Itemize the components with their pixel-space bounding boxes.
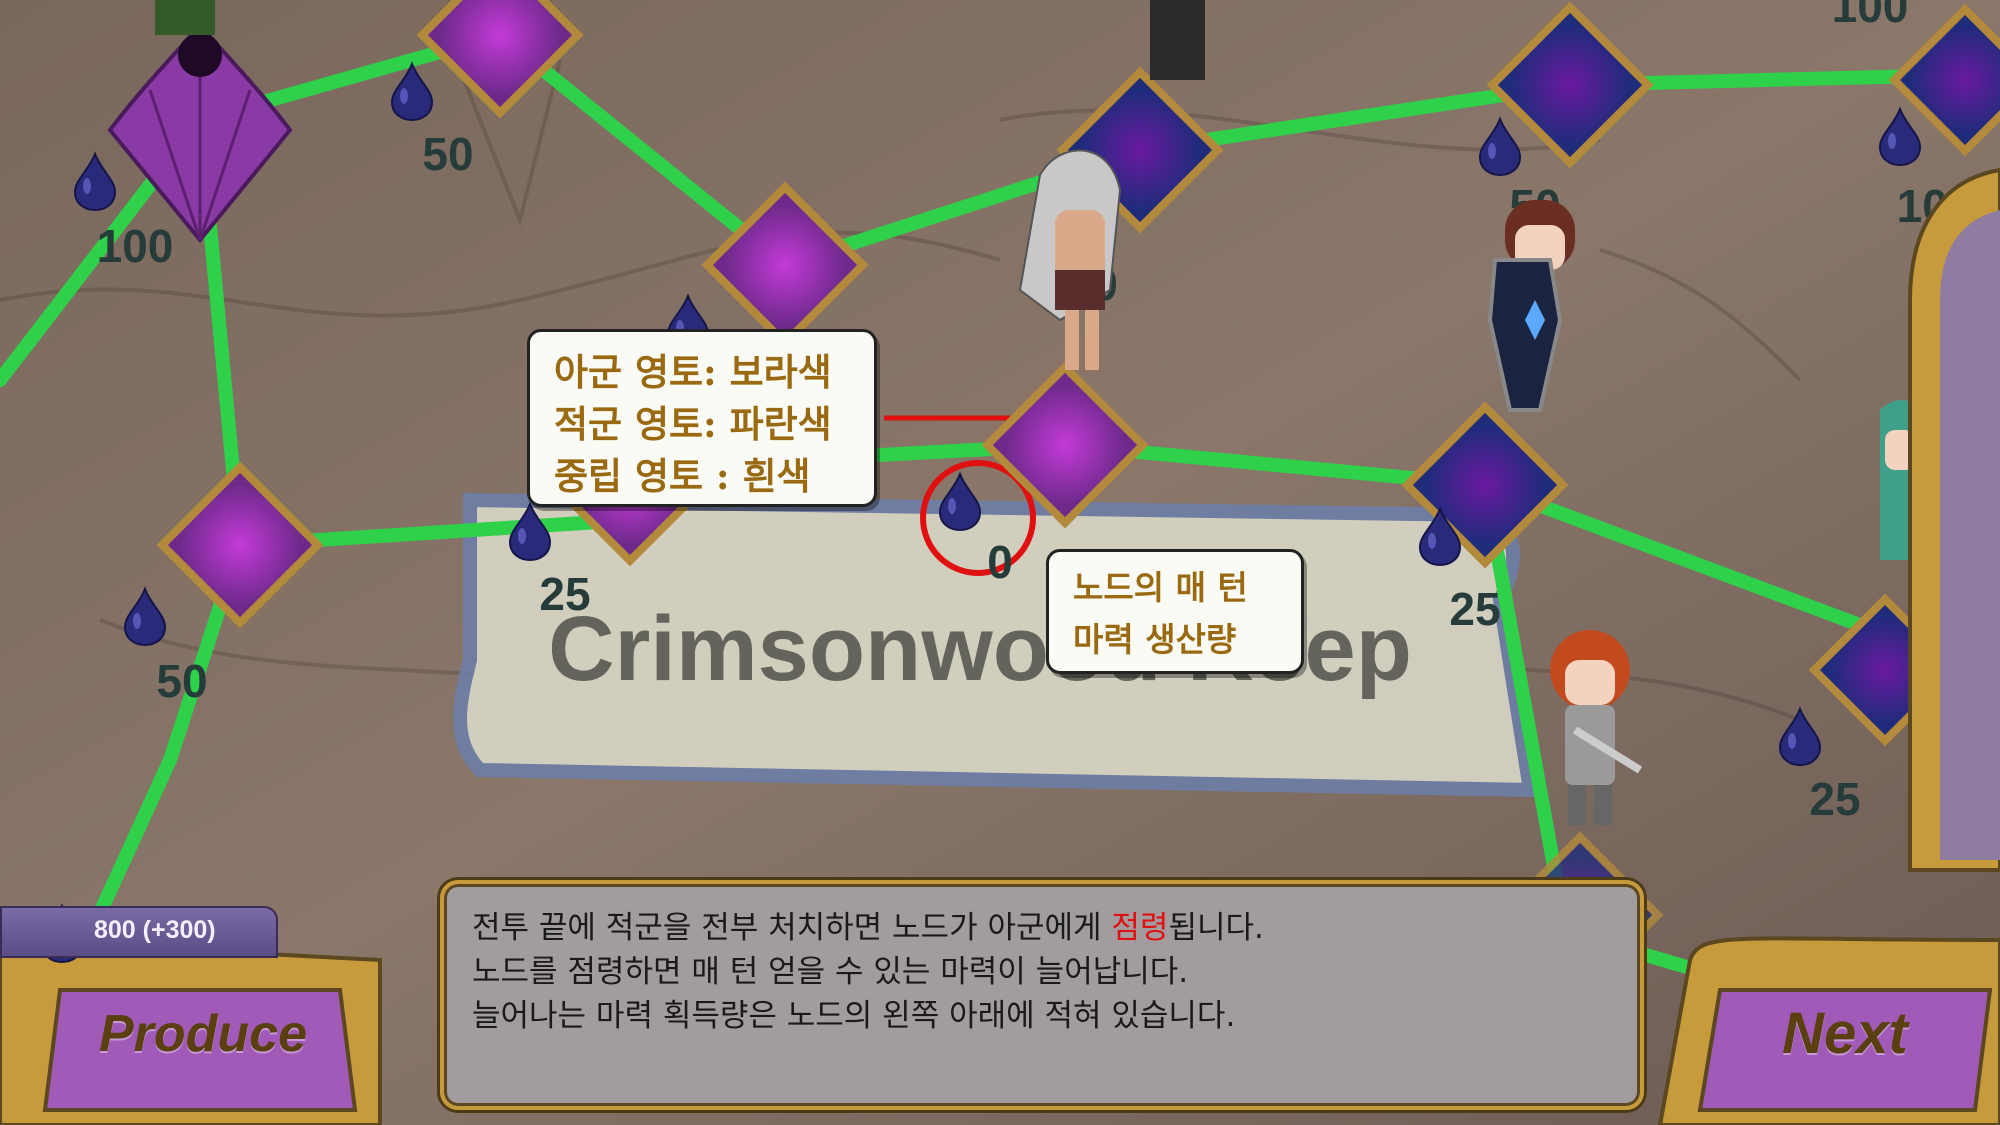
node-value: 25 [1809, 773, 1860, 825]
legend-enemy: 적군 영토: 파란색 [554, 402, 832, 446]
node-value: 25 [1449, 583, 1500, 635]
node-value: 100 [1832, 0, 1909, 32]
character-top-fighter[interactable] [1150, 0, 1205, 80]
dialog-line3: 늘어나는 마력 획득량은 노드의 왼쪽 아래에 적혀 있습니다. [472, 998, 1236, 1034]
mana-amount: 800 (+300) [94, 916, 216, 944]
territory-legend-callout: 아군 영토: 보라색 적군 영토: 파란색 중립 영토 : 흰색 [527, 329, 877, 507]
character-top-left[interactable] [155, 0, 215, 35]
node-value: 50 [156, 655, 207, 707]
production-note-line2: 마력 생산량 [1073, 620, 1237, 659]
tutorial-dialog[interactable]: 전투 끝에 적군을 전부 처치하면 노드가 아군에게 점령됩니다. 노드를 점령… [440, 880, 1644, 1110]
node-value: 100 [97, 220, 174, 272]
node-value: 25 [539, 568, 590, 620]
side-frame [1908, 167, 2000, 872]
dialog-line2: 노드를 점령하면 매 턴 얻을 수 있는 마력이 늘어납니다. [472, 954, 1189, 990]
production-note-line1: 노드의 매 턴 [1073, 568, 1248, 607]
legend-allied: 아군 영토: 보라색 [554, 350, 832, 394]
next-turn-button[interactable]: Next [1705, 975, 1985, 1093]
production-note-callout: 노드의 매 턴 마력 생산량 [1046, 549, 1304, 674]
produce-button[interactable]: Produce [58, 975, 348, 1093]
mana-resource-bar: 800 (+300) [0, 906, 278, 958]
dialog-line1: 전투 끝에 적군을 전부 처치하면 노드가 아군에게 점령됩니다. [472, 910, 1264, 946]
node-value-highlighted: 0 [987, 536, 1013, 588]
dialog-highlight-word: 점령 [1111, 910, 1169, 946]
node-value: 50 [422, 128, 473, 180]
legend-neutral: 중립 영토 : 흰색 [554, 454, 811, 498]
